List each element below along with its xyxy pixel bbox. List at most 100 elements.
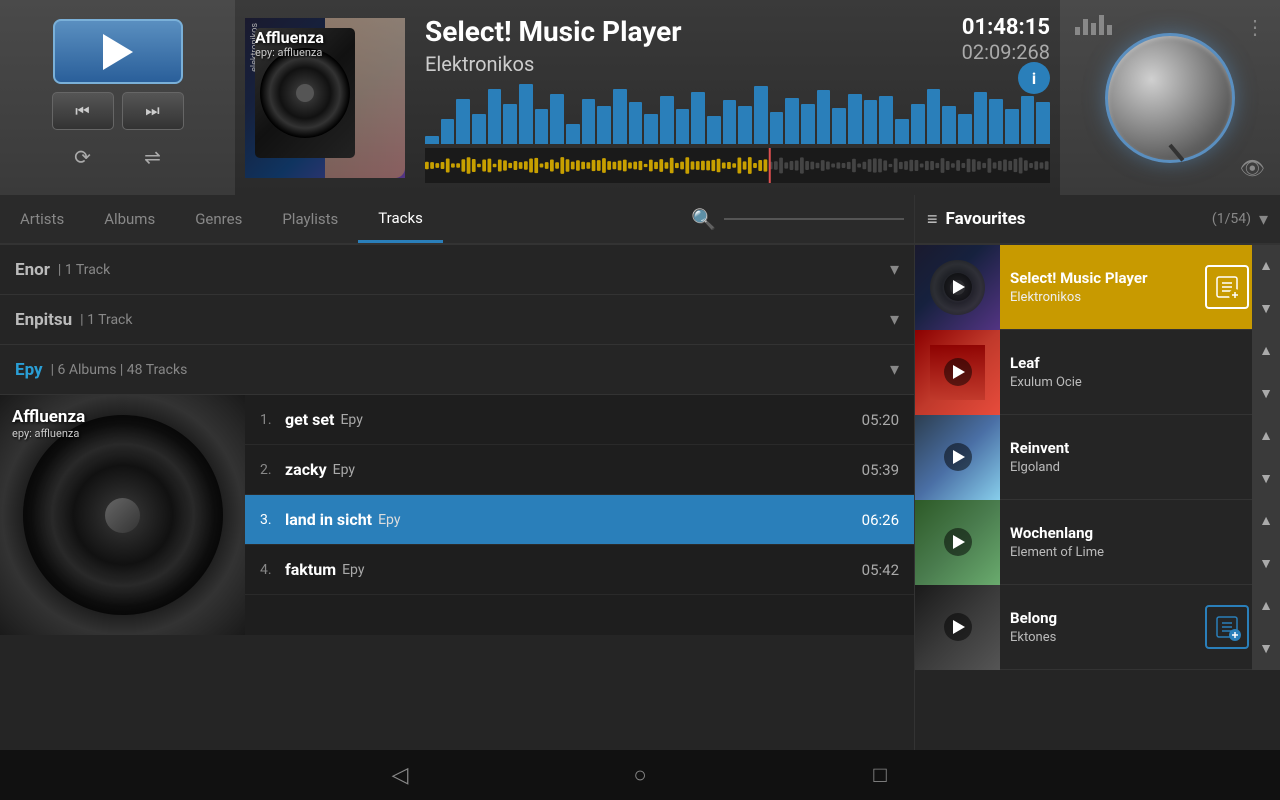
spectrum-bar (597, 106, 611, 144)
play-button[interactable] (53, 19, 183, 84)
fav-scroll-2: ▲ ▼ (1252, 330, 1280, 415)
fav-scroll-down-2[interactable]: ▼ (1252, 372, 1280, 415)
track-row-3[interactable]: 3. land in sicht Epy 06:26 (245, 495, 914, 545)
search-underline (724, 218, 904, 220)
fav-item-wochenlang[interactable]: Wochenlang Element of Lime ▲ ▼ (915, 500, 1280, 585)
fav-scroll-up-5[interactable]: ▲ (1252, 585, 1280, 628)
waveform[interactable] (425, 148, 1050, 183)
track-artist-2: Epy (333, 462, 355, 478)
group-epy-name: Epy (15, 360, 43, 380)
spectrum-bar (911, 104, 925, 144)
library-panel: Artists Albums Genres Playlists Tracks 🔍 (0, 195, 915, 750)
album-cover: Affluenza epy: affluenza (0, 395, 245, 635)
spectrum-bar (958, 114, 972, 144)
track-row-4[interactable]: 4. faktum Epy 05:42 (245, 545, 914, 595)
track-duration-3: 06:26 (862, 511, 899, 529)
spectrum-bar (989, 99, 1003, 144)
fav-play-overlay-1 (944, 273, 972, 301)
group-enor[interactable]: Enor | 1 Track ▾ (0, 245, 914, 295)
fav-scroll-up-3[interactable]: ▲ (1252, 415, 1280, 458)
more-options-icon[interactable]: ⋮ (1245, 15, 1265, 39)
tab-genres[interactable]: Genres (175, 195, 262, 243)
eye-icon[interactable]: 👁 (1240, 156, 1265, 180)
fav-info-select: Select! Music Player Elektronikos (1000, 269, 1202, 305)
transport-controls: ⏮ ⏭ ⟳ ⇌ (0, 0, 235, 195)
track-row-2[interactable]: 2. zacky Epy 05:39 (245, 445, 914, 495)
fav-count: (1/54) (1212, 211, 1251, 227)
fav-scroll-up-2[interactable]: ▲ (1252, 330, 1280, 373)
equalizer-icon[interactable] (1075, 15, 1112, 35)
time-current: 01:48:15 (962, 15, 1050, 40)
fav-track-name-wochenlang: Wochenlang (1010, 524, 1242, 542)
group-epy-chevron: ▾ (890, 359, 899, 380)
fav-thumb-reinvent (915, 415, 1000, 500)
shuffle-button[interactable]: ⇌ (122, 138, 184, 176)
track-artist-1: Epy (340, 412, 362, 428)
player-bar: ⏮ ⏭ ⟳ ⇌ elektronikos Affluenza (0, 0, 1280, 195)
fav-list: Select! Music Player Elektronikos ▲ ▼ (915, 245, 1280, 750)
fav-item-reinvent[interactable]: Reinvent Elgoland ▲ ▼ (915, 415, 1280, 500)
fav-scroll-down-4[interactable]: ▼ (1252, 542, 1280, 585)
favourites-panel: ≡ Favourites (1/54) ▾ (915, 195, 1280, 750)
spectrum-bar (566, 124, 580, 144)
tab-bar: Artists Albums Genres Playlists Tracks 🔍 (0, 195, 914, 245)
tab-artists[interactable]: Artists (0, 195, 84, 243)
info-badge[interactable]: i (1018, 62, 1050, 94)
spectrum-bar (974, 92, 988, 144)
track-num-2: 2. (260, 462, 285, 478)
fav-item-belong[interactable]: Belong Ektones ▲ ▼ (915, 585, 1280, 670)
fav-add-button-1[interactable] (1202, 245, 1252, 330)
fav-list-icon: ≡ (927, 209, 938, 230)
track-num-1: 1. (260, 412, 285, 428)
fav-scroll-4: ▲ ▼ (1252, 500, 1280, 585)
fav-item-leaf[interactable]: Leaf Exulum Ocie ▲ ▼ (915, 330, 1280, 415)
fav-scroll-up-1[interactable]: ▲ (1252, 245, 1280, 287)
nav-recent-button[interactable]: □ (860, 755, 900, 795)
track-name-3: land in sicht (285, 510, 372, 529)
spectrum-bar (785, 98, 799, 144)
spectrum-bar (723, 100, 737, 144)
fav-header: ≡ Favourites (1/54) ▾ (915, 195, 1280, 245)
group-epy[interactable]: Epy | 6 Albums | 48 Tracks ▾ (0, 345, 914, 395)
fav-item-select[interactable]: Select! Music Player Elektronikos ▲ ▼ (915, 245, 1280, 330)
spectrum-bar (441, 119, 455, 144)
spectrum-bar (472, 114, 486, 144)
repeat-button[interactable]: ⟳ (52, 138, 114, 176)
fav-artist-belong: Ektones (1010, 630, 1192, 645)
prev-icon: ⏮ (75, 101, 89, 121)
fav-scroll-down-3[interactable]: ▼ (1252, 457, 1280, 500)
volume-knob[interactable] (1105, 33, 1235, 163)
now-playing-title: Select! Music Player (425, 15, 1050, 48)
fav-thumb-leaf (915, 330, 1000, 415)
knob-indicator (1168, 143, 1184, 161)
spectrum-bar (456, 99, 470, 144)
spectrum-bar (1036, 102, 1050, 144)
fav-scroll-down-1[interactable]: ▼ (1252, 287, 1280, 330)
track-row-1[interactable]: 1. get set Epy 05:20 (245, 395, 914, 445)
spectrum-bar (801, 104, 815, 144)
spectrum-bar (707, 116, 721, 144)
next-icon: ⏭ (145, 101, 159, 121)
fav-chevron[interactable]: ▾ (1259, 209, 1268, 230)
spectrum-bar (770, 112, 784, 144)
prev-button[interactable]: ⏮ (52, 92, 114, 130)
tab-playlists[interactable]: Playlists (262, 195, 358, 243)
nav-home-button[interactable]: ○ (620, 755, 660, 795)
group-enpitsu[interactable]: Enpitsu | 1 Track ▾ (0, 295, 914, 345)
fav-scroll-1: ▲ ▼ (1252, 245, 1280, 330)
fav-scroll-down-5[interactable]: ▼ (1252, 627, 1280, 670)
spectrum-bar (535, 109, 549, 144)
search-icon[interactable]: 🔍 (691, 207, 716, 231)
fav-add-button-5[interactable] (1202, 585, 1252, 670)
next-button[interactable]: ⏭ (122, 92, 184, 130)
fav-scroll-up-4[interactable]: ▲ (1252, 500, 1280, 543)
track-name-2: zacky (285, 460, 327, 479)
fav-play-overlay-3 (944, 443, 972, 471)
spectrum-bar (1021, 96, 1035, 144)
tab-tracks[interactable]: Tracks (358, 195, 443, 243)
fav-track-name-select: Select! Music Player (1010, 269, 1192, 287)
shuffle-icon: ⇌ (144, 145, 161, 169)
spectrum-bar (754, 86, 768, 144)
nav-back-button[interactable]: ◁ (380, 755, 420, 795)
tab-albums[interactable]: Albums (84, 195, 175, 243)
